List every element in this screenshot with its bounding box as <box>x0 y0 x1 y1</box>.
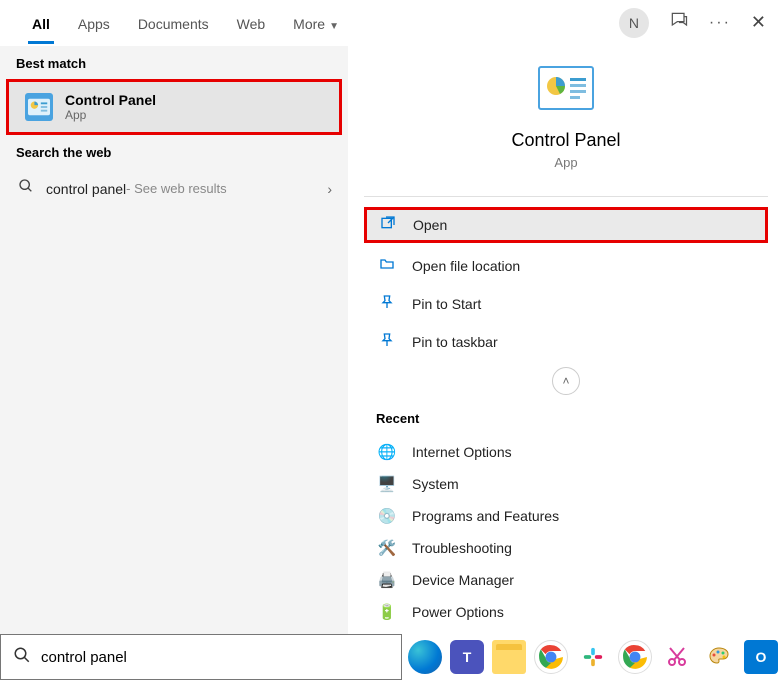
troubleshoot-icon: 🛠️ <box>376 539 398 557</box>
taskbar-chrome-2[interactable] <box>618 640 652 674</box>
preview-subtitle: App <box>554 155 577 170</box>
action-label: Pin to taskbar <box>412 334 498 350</box>
search-box[interactable] <box>0 634 402 680</box>
tab-apps[interactable]: Apps <box>64 4 124 42</box>
recent-item-label: Programs and Features <box>412 508 559 524</box>
taskbar-file-explorer[interactable] <box>492 640 526 674</box>
recent-label: Recent <box>348 405 784 436</box>
web-hint-text: - See web results <box>126 181 226 196</box>
system-icon: 🖥️ <box>376 475 398 493</box>
chevron-right-icon: › <box>327 181 332 197</box>
chevron-down-icon: ▼ <box>329 21 339 32</box>
power-icon: 🔋 <box>376 603 398 621</box>
internet-icon: 🌐 <box>376 443 398 461</box>
search-icon <box>16 178 36 199</box>
close-icon[interactable]: ✕ <box>751 12 766 33</box>
recent-item-label: System <box>412 476 459 492</box>
action-open[interactable]: Open <box>364 207 768 243</box>
control-panel-icon-large <box>538 66 594 110</box>
recent-item-internet-options[interactable]: 🌐 Internet Options <box>348 436 784 468</box>
folder-icon <box>376 256 398 276</box>
recent-item-device-manager[interactable]: 🖨️ Device Manager <box>348 564 784 596</box>
recent-item-label: Internet Options <box>412 444 512 460</box>
recent-item-programs[interactable]: 💿 Programs and Features <box>348 500 784 532</box>
taskbar: T O <box>400 634 784 680</box>
search-scope-tabs: All Apps Documents Web More▼ N ··· ✕ <box>0 0 784 46</box>
search-input[interactable] <box>41 649 389 666</box>
feedback-icon[interactable] <box>669 10 689 35</box>
recent-item-power-options[interactable]: 🔋 Power Options <box>348 596 784 628</box>
taskbar-slack[interactable] <box>576 640 610 674</box>
recent-item-label: Troubleshooting <box>412 540 512 556</box>
preview-pane: Control Panel App Open Open file locatio… <box>348 46 784 634</box>
action-pin-to-start[interactable]: Pin to Start <box>348 285 784 323</box>
tab-all[interactable]: All <box>18 4 64 42</box>
chevron-up-icon: ˄ <box>562 374 569 388</box>
taskbar-outlook[interactable]: O <box>744 640 778 674</box>
action-label: Open file location <box>412 258 520 274</box>
open-icon <box>377 215 399 235</box>
taskbar-snipping-tool[interactable] <box>660 640 694 674</box>
recent-item-label: Power Options <box>412 604 504 620</box>
control-panel-icon <box>25 93 53 121</box>
programs-icon: 💿 <box>376 507 398 525</box>
tab-more[interactable]: More▼ <box>279 4 353 42</box>
tab-web[interactable]: Web <box>223 4 280 42</box>
taskbar-edge[interactable] <box>408 640 442 674</box>
user-avatar[interactable]: N <box>619 8 649 38</box>
more-options-icon[interactable]: ··· <box>709 14 731 32</box>
taskbar-teams[interactable]: T <box>450 640 484 674</box>
recent-item-system[interactable]: 🖥️ System <box>348 468 784 500</box>
recent-item-troubleshooting[interactable]: 🛠️ Troubleshooting <box>348 532 784 564</box>
action-open-file-location[interactable]: Open file location <box>348 247 784 285</box>
action-label: Pin to Start <box>412 296 481 312</box>
results-pane: Best match Control Panel App Search the … <box>0 46 348 634</box>
collapse-toggle[interactable]: ˄ <box>552 367 580 395</box>
taskbar-chrome[interactable] <box>534 640 568 674</box>
best-match-subtitle: App <box>65 108 156 122</box>
search-icon <box>13 646 31 669</box>
best-match-result[interactable]: Control Panel App <box>6 79 342 135</box>
taskbar-paint[interactable] <box>702 640 736 674</box>
action-label: Open <box>413 217 447 233</box>
search-web-result[interactable]: control panel - See web results › <box>0 168 348 209</box>
pin-icon <box>376 332 398 352</box>
best-match-title: Control Panel <box>65 92 156 108</box>
device-icon: 🖨️ <box>376 571 398 589</box>
recent-item-label: Device Manager <box>412 572 514 588</box>
preview-title: Control Panel <box>511 130 620 151</box>
tab-documents[interactable]: Documents <box>124 4 223 42</box>
action-pin-to-taskbar[interactable]: Pin to taskbar <box>348 323 784 361</box>
web-query-text: control panel <box>46 181 126 197</box>
search-web-label: Search the web <box>0 135 348 168</box>
pin-icon <box>376 294 398 314</box>
best-match-label: Best match <box>0 46 348 79</box>
